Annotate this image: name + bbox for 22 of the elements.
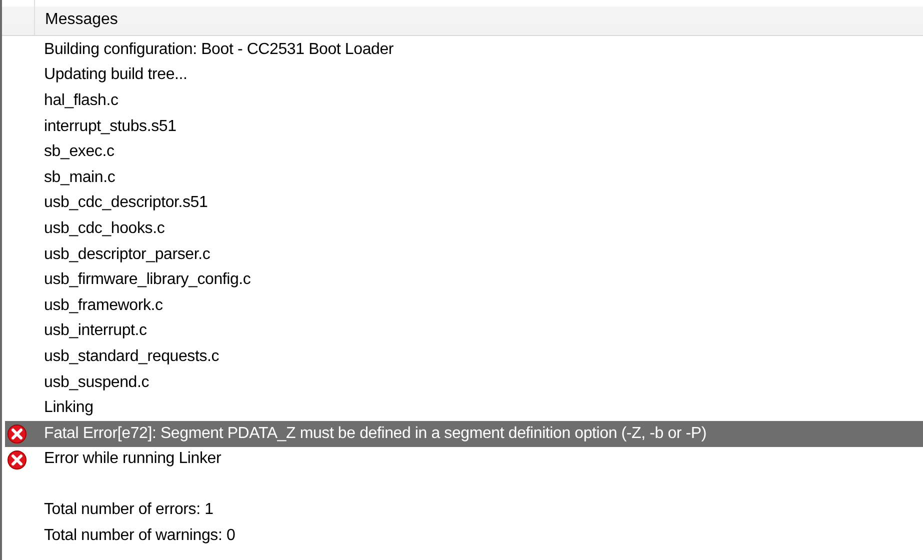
message-row[interactable]: Total number of errors: 1: [2, 498, 923, 524]
message-row[interactable]: usb_suspend.c: [2, 370, 923, 396]
message-row[interactable]: usb_interrupt.c: [2, 318, 923, 344]
message-row[interactable]: usb_framework.c: [2, 292, 923, 319]
error-icon: [7, 450, 27, 470]
message-row[interactable]: hal_flash.c: [2, 88, 923, 114]
message-row[interactable]: Updating build tree...: [2, 62, 923, 88]
message-row[interactable]: Error while running Linker: [2, 446, 923, 472]
message-row[interactable]: Fatal Error[e72]: Segment PDATA_Z must be defined in a segment definition option (-Z, -b or -P): [5, 420, 923, 446]
message-row[interactable]: usb_cdc_hooks.c: [2, 216, 923, 242]
message-row[interactable]: usb_descriptor_parser.c: [2, 242, 923, 268]
message-row[interactable]: sb_main.c: [2, 164, 923, 191]
message-row[interactable]: sb_exec.c: [2, 139, 923, 165]
column-header[interactable]: Messages: [35, 11, 118, 35]
message-row[interactable]: usb_cdc_descriptor.s51: [2, 190, 923, 216]
message-row[interactable]: usb_firmware_library_config.c: [2, 267, 923, 293]
message-row[interactable]: Total number of warnings: 0: [2, 523, 923, 549]
message-row[interactable]: interrupt_stubs.s51: [2, 114, 923, 140]
message-row[interactable]: Building configuration: Boot - CC2531 Boot Loader: [2, 37, 923, 63]
message-row[interactable]: Linking: [2, 395, 923, 421]
error-icon: [7, 424, 27, 444]
message-row[interactable]: usb_standard_requests.c: [2, 344, 923, 370]
